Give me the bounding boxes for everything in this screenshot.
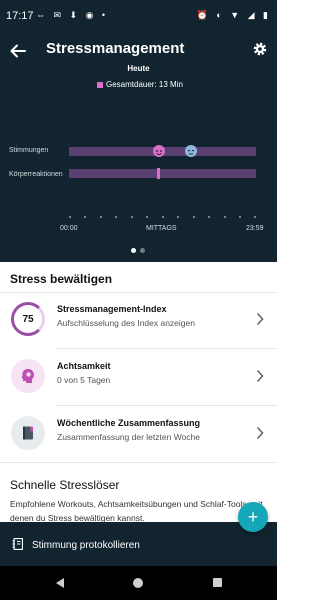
axis-mid-label: MITTAGS: [146, 225, 177, 232]
body-reactions-row-label: Körperreaktionen: [9, 171, 63, 178]
weekly-summary-item[interactable]: Wöchentliche Zusammenfassung Zusammenfas…: [0, 406, 277, 462]
divider: [0, 462, 277, 463]
mindfulness-item[interactable]: Achtsamkeit 0 von 5 Tagen: [0, 349, 277, 405]
axis-tick: [115, 216, 117, 218]
status-bar: 17:17 ⇔ ✉ ⬇ ◉ • ⏰ ◐ ▼ ◢ ▮: [0, 0, 277, 30]
nav-recents-icon[interactable]: [213, 578, 222, 587]
chart-pager[interactable]: [131, 248, 145, 253]
back-arrow-icon[interactable]: [9, 42, 27, 60]
body-reaction-marker[interactable]: [157, 168, 160, 179]
add-button[interactable]: +: [238, 502, 268, 532]
axis-tick: [84, 216, 86, 218]
nav-back-icon[interactable]: [55, 577, 65, 589]
axis-tick: [100, 216, 102, 218]
stress-index-ring: 75: [11, 302, 45, 336]
happy-mood-icon[interactable]: [153, 145, 165, 157]
quick-description: Empfohlene Workouts, Achtsamkeitsübungen…: [10, 499, 263, 523]
axis-start-label: 00:00: [60, 225, 78, 232]
summary-book-icon: [11, 416, 45, 450]
log-mood-label[interactable]: Stimmung protokollieren: [32, 540, 140, 551]
chart-legend: Gesamtdauer: 13 Min: [97, 80, 183, 89]
chevron-right-icon: [256, 312, 264, 326]
axis-tick: [208, 216, 210, 218]
axis-tick: [224, 216, 226, 218]
axis-tick: [254, 216, 256, 218]
legend-label: Gesamtdauer: 13 Min: [106, 80, 183, 89]
stress-index-item[interactable]: 75 Stressmanagement-Index Aufschlüsselun…: [0, 292, 277, 348]
quick-section-title: Schnelle Stresslöser: [10, 478, 120, 492]
axis-tick: [131, 216, 133, 218]
status-time: 17:17: [6, 10, 34, 22]
day-label: Heute: [127, 64, 150, 73]
weekly-summary-subtitle: Zusammenfassung der letzten Woche: [57, 432, 200, 442]
chevron-right-icon: [256, 426, 264, 440]
axis-tick: [177, 216, 179, 218]
axis-end-label: 23:59: [246, 225, 264, 232]
axis-tick: [162, 216, 164, 218]
mindfulness-subtitle: 0 von 5 Tagen: [57, 375, 111, 385]
gear-icon[interactable]: [252, 41, 268, 57]
system-nav-bar: [0, 566, 277, 600]
moods-track[interactable]: [69, 145, 256, 157]
nav-home-icon[interactable]: [133, 578, 143, 588]
chevron-right-icon: [256, 369, 264, 383]
manage-section-title: Stress bewältigen: [10, 272, 113, 286]
axis-tick: [146, 216, 148, 218]
pager-dot-active[interactable]: [131, 248, 136, 253]
legend-swatch: [97, 81, 103, 88]
notification-icons: ⇔ ✉ ⬇ ◉ •: [36, 10, 109, 20]
axis-tick: [69, 216, 71, 218]
weekly-summary-title: Wöchentliche Zusammenfassung: [57, 418, 201, 428]
stress-index-subtitle: Aufschlüsselung des Index anzeigen: [57, 318, 195, 328]
notebook-icon: [12, 538, 23, 550]
body-reactions-track[interactable]: [69, 168, 256, 179]
page-title: Stressmanagement: [46, 40, 185, 57]
time-axis: [69, 216, 256, 218]
stress-index-title: Stressmanagement-Index: [57, 304, 167, 314]
mindfulness-head-icon: [11, 359, 45, 393]
pager-dot[interactable]: [140, 248, 145, 253]
log-mood-bar[interactable]: Stimmung protokollieren: [0, 522, 277, 566]
calm-mood-icon[interactable]: [185, 145, 197, 157]
axis-tick: [239, 216, 241, 218]
moods-row-label: Stimmungen: [9, 147, 49, 154]
mindfulness-title: Achtsamkeit: [57, 361, 111, 371]
system-status-icons: ⏰ ◐ ▼ ◢ ▮: [196, 10, 271, 20]
stress-overview-header: Stressmanagement Heute Gesamtdauer: 13 M…: [0, 30, 277, 262]
axis-tick: [193, 216, 195, 218]
stress-index-value: 75: [22, 313, 34, 325]
